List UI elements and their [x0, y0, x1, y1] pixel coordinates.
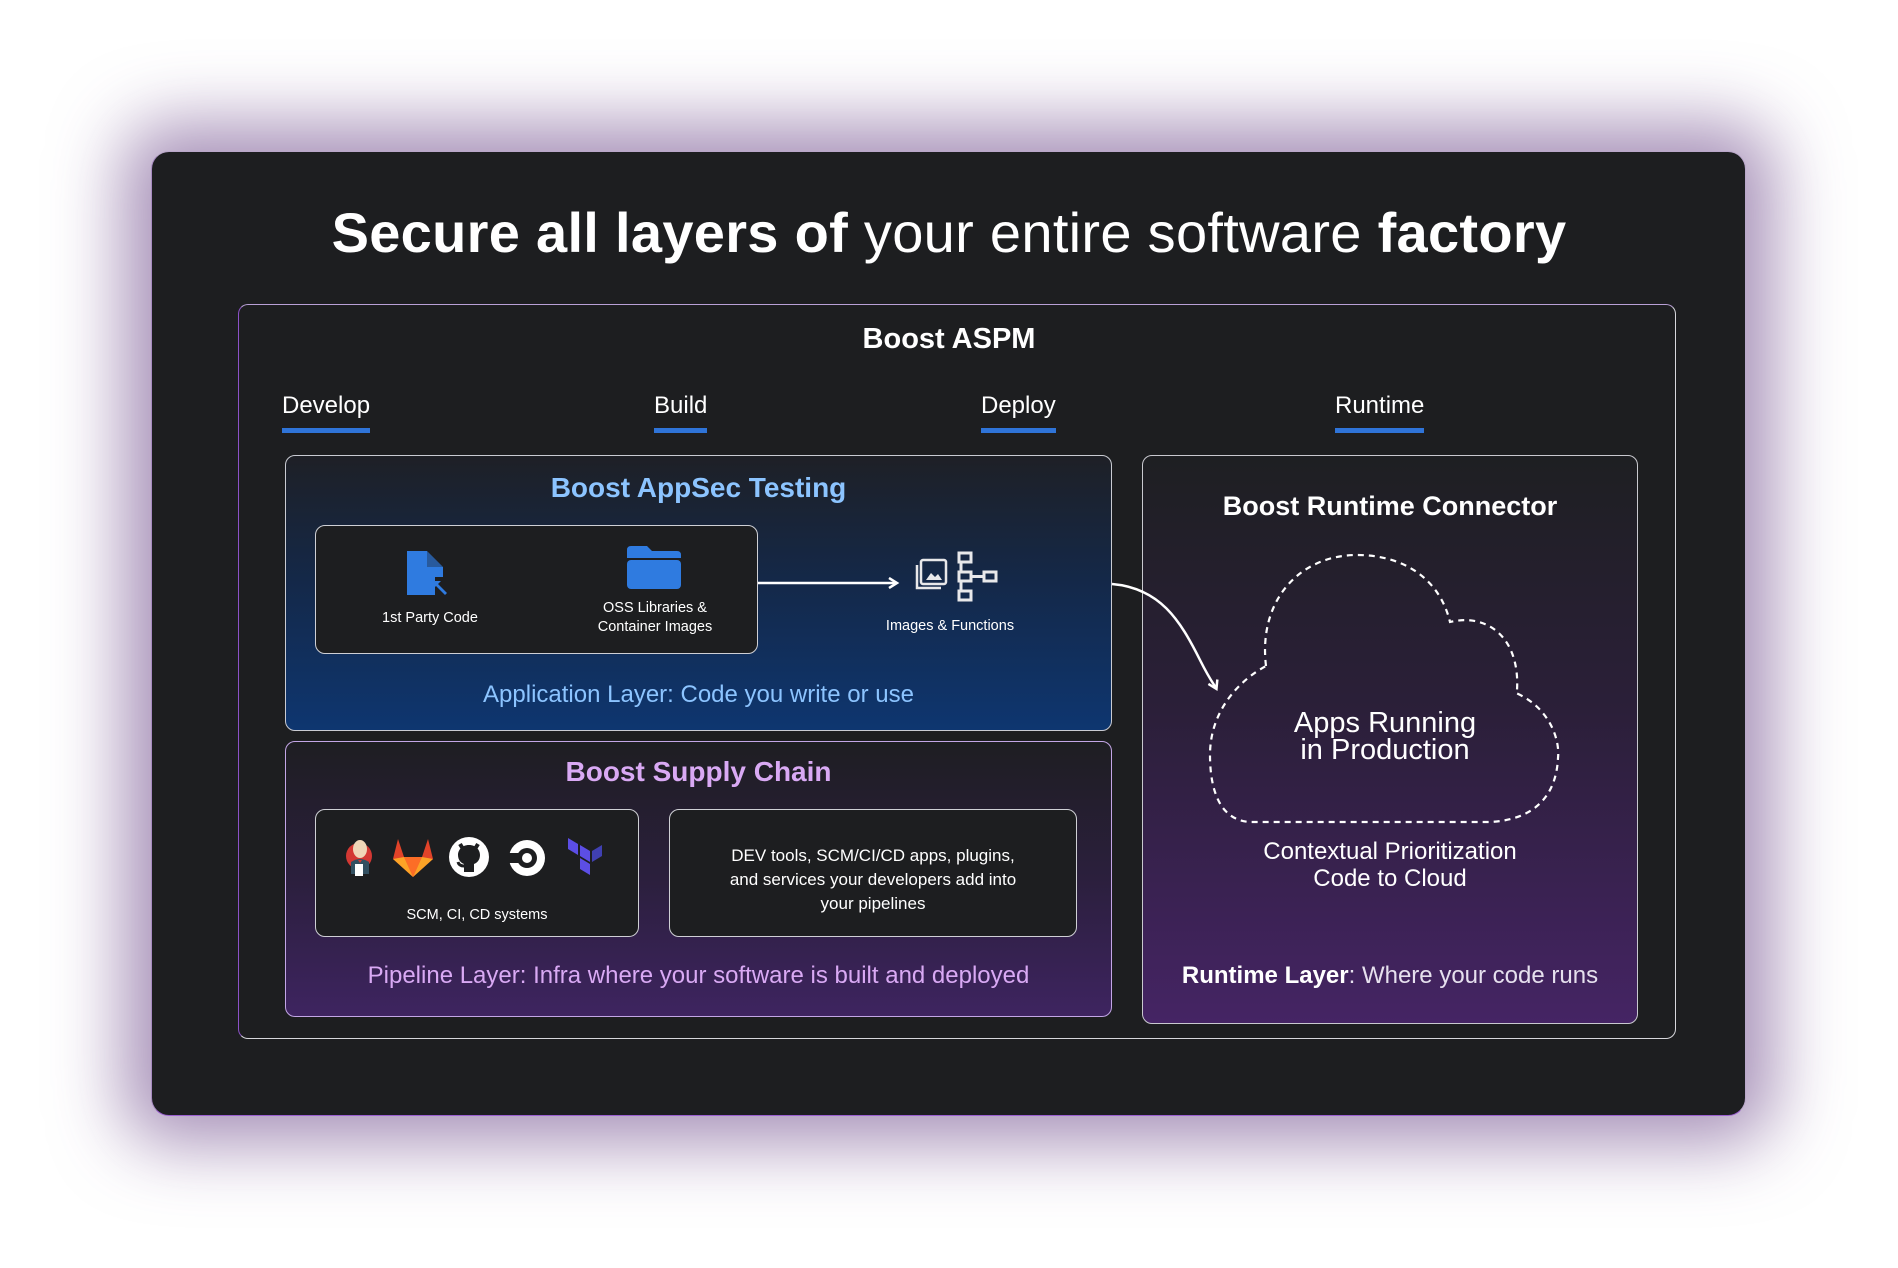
cloud-line2: in Production — [1300, 734, 1470, 766]
application-layer-caption: Application Layer: Code you write or use — [483, 681, 914, 708]
oss-libraries-label: OSS Libraries & Container Images — [570, 599, 740, 637]
title-bold-end: factory — [1377, 201, 1567, 264]
scm-systems-label: SCM, CI, CD systems — [406, 907, 548, 923]
dev-tools-line2: and services your developers add into — [729, 870, 1017, 889]
dev-tools-line1: DEV tools, SCM/CI/CD apps, plugins, — [731, 846, 1015, 865]
title-light-middle: your entire software — [848, 201, 1378, 264]
runtime-caption-light: : Where your code runs — [1348, 962, 1599, 989]
context-line1: Contextual Prioritization — [1263, 838, 1517, 865]
title-bold-start: Secure all layers of — [331, 201, 849, 264]
phase-runtime: Runtime — [1335, 392, 1425, 433]
images-functions-icons — [915, 551, 998, 602]
function-flow-icon — [957, 551, 998, 602]
image-stack-icon — [915, 558, 948, 590]
supply-chain-title: Boost Supply Chain — [565, 756, 832, 787]
phase-develop: Develop — [282, 392, 371, 433]
page-title: Secure all layers of your entire softwar… — [0, 200, 1898, 265]
phase-build: Build — [654, 392, 708, 433]
context-line2: Code to Cloud — [1313, 865, 1467, 892]
runtime-connector-title: Boost Runtime Connector — [1222, 491, 1558, 521]
pipeline-layer-caption: Pipeline Layer: Infra where your softwar… — [367, 962, 1030, 989]
runtime-layer-caption: Runtime Layer: Where your code runs — [1142, 962, 1638, 990]
oss-label-line2: Container Images — [597, 619, 713, 635]
file-code-icon — [407, 551, 447, 595]
folder-icon — [627, 546, 681, 589]
circleci-logo-icon — [508, 840, 545, 876]
dev-tools-line3: your pipelines — [820, 894, 926, 913]
images-functions-label: Images & Functions — [885, 618, 1015, 634]
github-logo-icon — [449, 837, 489, 877]
cloud-line1: Apps Running — [1293, 707, 1477, 739]
runtime-caption-bold: Runtime Layer — [1181, 962, 1349, 989]
jenkins-logo-icon — [346, 840, 372, 876]
terraform-logo-icon — [568, 838, 602, 875]
first-party-code-label: 1st Party Code — [382, 610, 478, 626]
appsec-testing-title: Boost AppSec Testing — [550, 472, 847, 503]
oss-label-line1: OSS Libraries & — [603, 600, 707, 616]
phase-deploy: Deploy — [981, 392, 1056, 433]
aspm-title: Boost ASPM — [862, 323, 1036, 355]
gitlab-logo-icon — [393, 839, 433, 877]
contextual-prioritization-text: Contextual Prioritization Code to Cloud — [1142, 838, 1638, 892]
dev-tools-description: DEV tools, SCM/CI/CD apps, plugins, and … — [669, 844, 1077, 916]
cloud-label: Apps Running in Production — [1200, 707, 1570, 766]
